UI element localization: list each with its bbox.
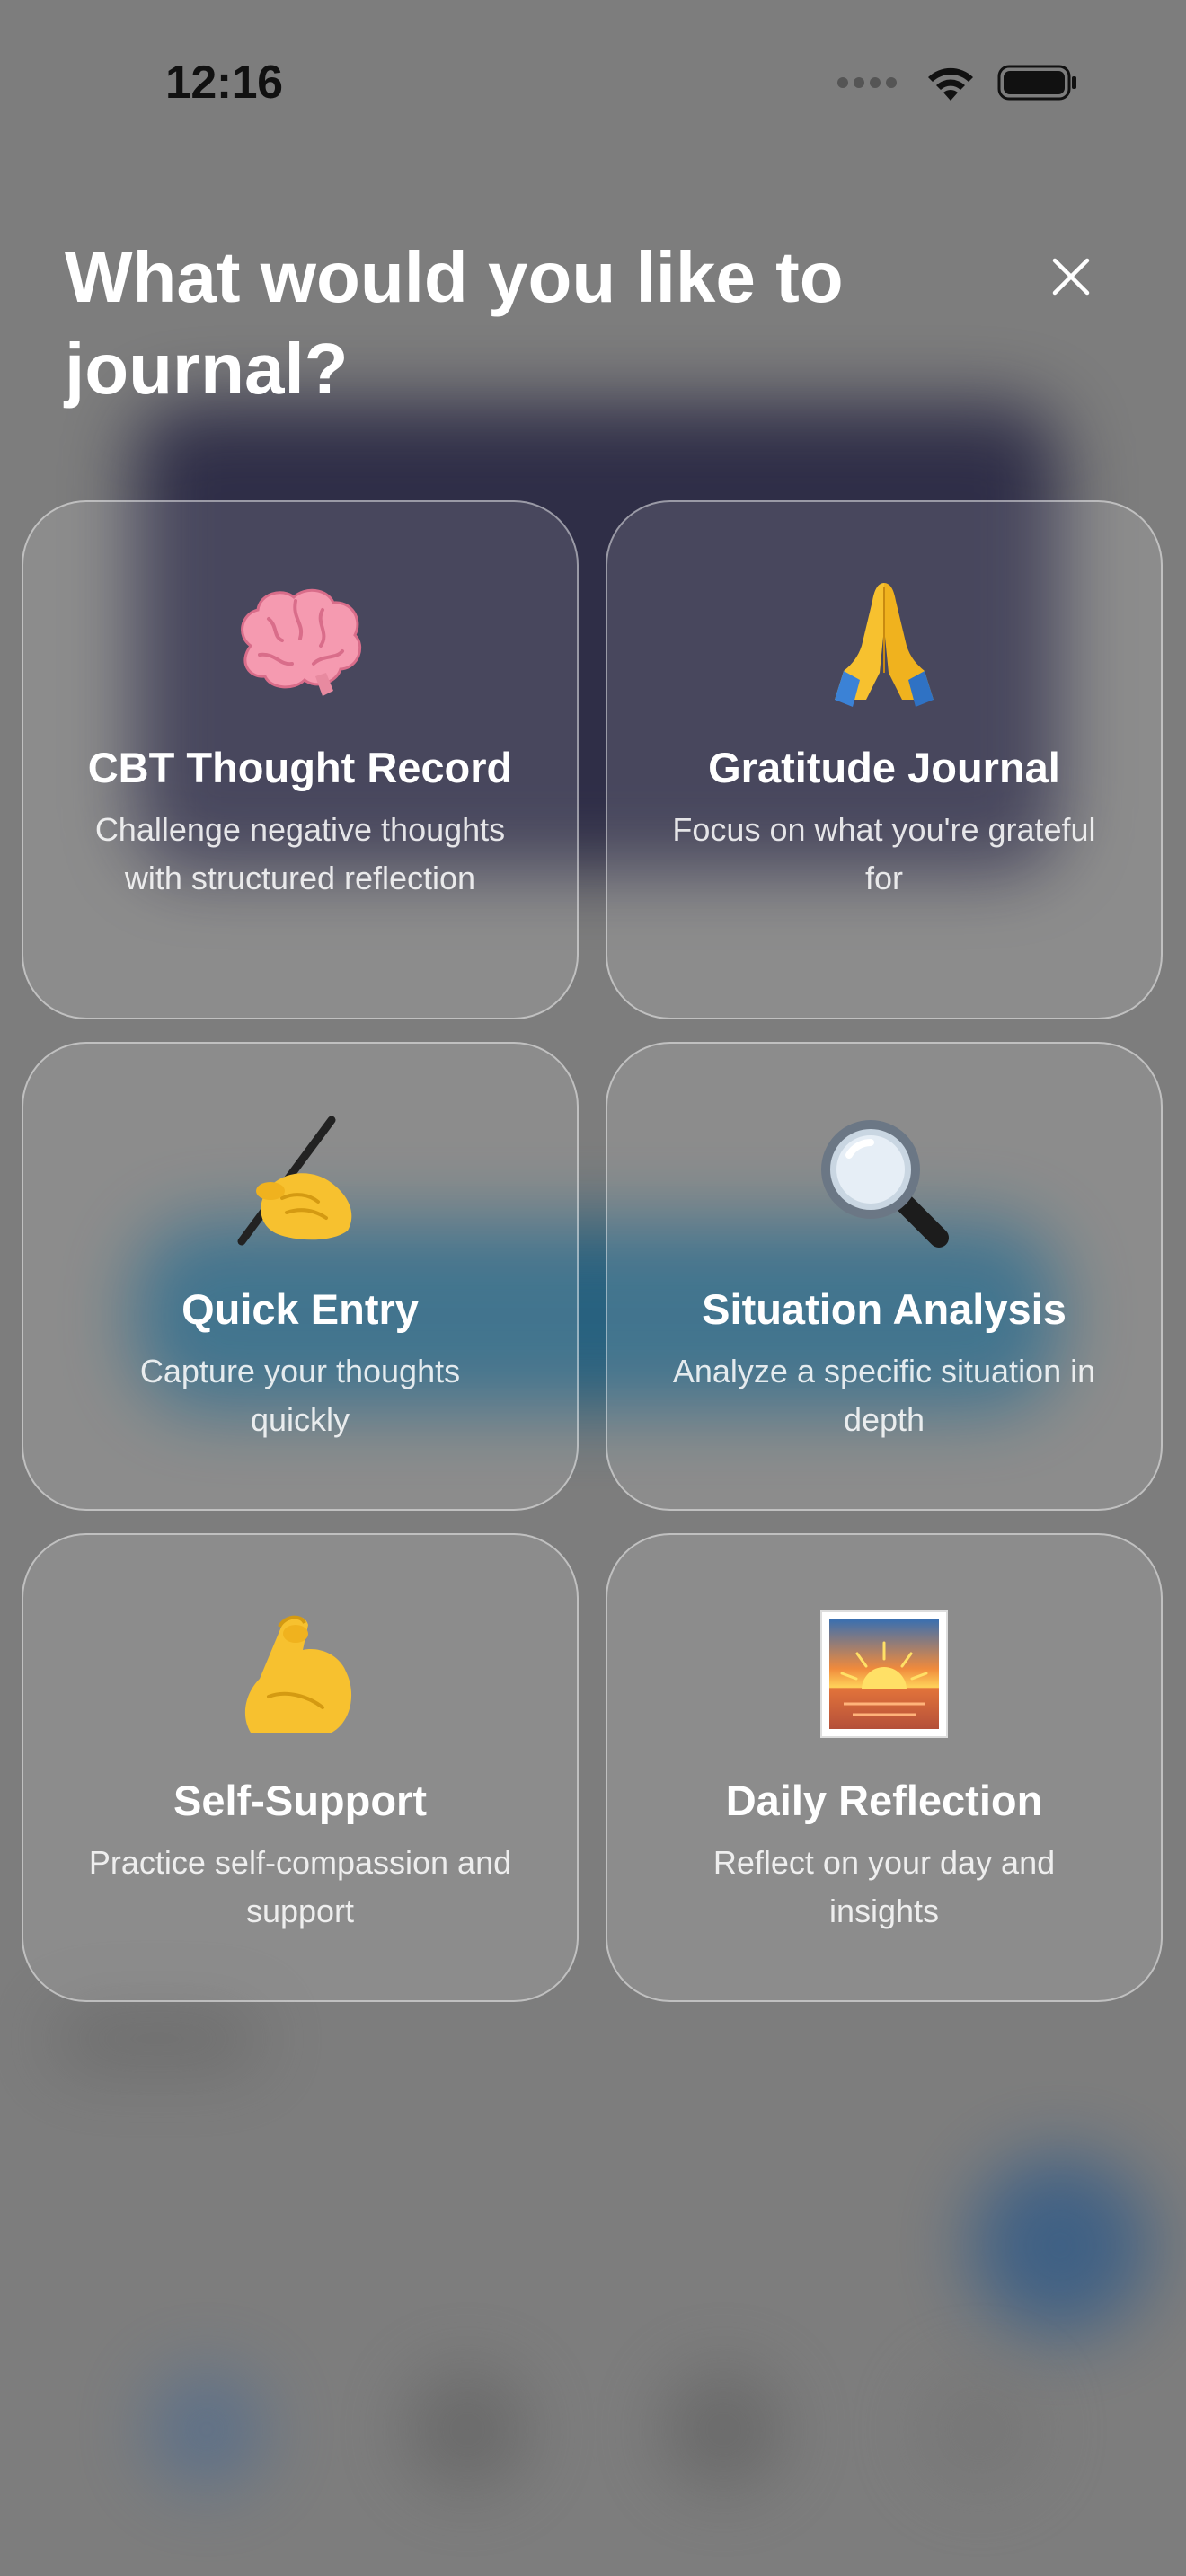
flexed-biceps-icon (23, 1607, 577, 1742)
status-indicators (837, 63, 1078, 102)
writing-hand-icon (23, 1116, 577, 1250)
magnifying-glass-icon (607, 1116, 1161, 1250)
close-icon (1052, 258, 1090, 296)
status-bar: 12:16 (0, 0, 1186, 171)
card-title: Quick Entry (181, 1285, 419, 1333)
wifi-icon (928, 67, 973, 101)
card-title: Daily Reflection (725, 1777, 1043, 1824)
status-time: 12:16 (165, 57, 283, 109)
card-title: Self-Support (173, 1777, 427, 1824)
card-description: Practice self-compassion and support (88, 1844, 512, 1929)
journal-card-quick-entry[interactable]: Quick Entry Capture your thoughts quickl… (22, 1042, 579, 1511)
brain-icon (23, 574, 577, 709)
background-tab-blur (921, 2371, 1038, 2488)
cellular-signal-icon (837, 77, 897, 88)
journal-card-gratitude[interactable]: Gratitude Journal Focus on what you're g… (606, 500, 1163, 1019)
background-tab-blur (665, 2371, 782, 2488)
card-description: Challenge negative thoughts with structu… (94, 811, 506, 896)
journal-card-daily-reflection[interactable]: Daily Reflection Reflect on your day and… (606, 1533, 1163, 2002)
card-title: CBT Thought Record (87, 744, 513, 791)
journal-card-situation-analysis[interactable]: Situation Analysis Analyze a specific si… (606, 1042, 1163, 1511)
battery-icon (997, 65, 1076, 101)
card-description: Analyze a specific situation in depth (672, 1353, 1096, 1438)
card-description: Reflect on your day and insights (712, 1844, 1056, 1929)
journal-card-cbt[interactable]: CBT Thought Record Challenge negative th… (22, 500, 579, 1019)
background-tab-blur (409, 2371, 526, 2488)
background-text-blur (54, 2012, 261, 2066)
close-button[interactable] (1035, 241, 1107, 313)
background-tab-blur (148, 2371, 265, 2488)
modal-title: What would you like to journal? (65, 237, 844, 409)
card-title: Gratitude Journal (708, 744, 1060, 791)
card-description: Focus on what you're grateful for (672, 811, 1096, 896)
background-fab-blur (970, 2156, 1150, 2335)
card-title: Situation Analysis (702, 1285, 1067, 1333)
journal-card-self-support[interactable]: Self-Support Practice self-compassion an… (22, 1533, 579, 2002)
sunrise-icon (607, 1607, 1161, 1742)
card-description: Capture your thoughts quickly (139, 1353, 461, 1438)
folded-hands-icon (607, 574, 1161, 709)
